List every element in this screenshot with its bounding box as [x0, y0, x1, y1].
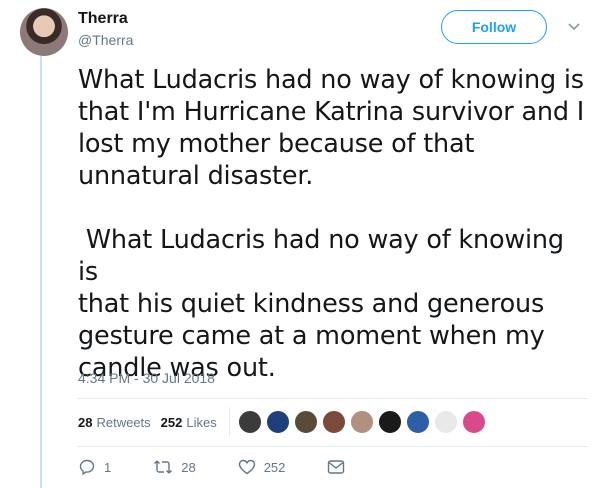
liker-avatar-6[interactable] [377, 410, 402, 434]
retweets-label: Retweets [96, 414, 151, 430]
like-button[interactable]: 252 [238, 458, 286, 476]
tweet-actions: 1 28 252 [78, 455, 395, 479]
likes-label: Likes [186, 414, 217, 430]
tweet-timestamp[interactable]: 4:34 PM - 30 Jul 2018 [78, 370, 215, 386]
reply-count: 1 [104, 459, 112, 475]
tweet-stats: 28 Retweets 252 Likes [78, 405, 490, 439]
liker-avatar-5[interactable] [349, 410, 374, 434]
liker-avatar-9[interactable] [461, 410, 486, 434]
retweets-count: 28 [78, 414, 93, 430]
chevron-down-icon[interactable] [566, 18, 582, 34]
envelope-icon [328, 460, 345, 474]
reply-button[interactable]: 1 [78, 458, 111, 476]
tweet-header: Therra @Therra Follow [20, 8, 588, 56]
likes-stat[interactable]: 252 Likes [161, 415, 217, 430]
avatar[interactable] [20, 8, 68, 56]
like-count: 252 [263, 459, 286, 475]
retweet-icon [154, 460, 173, 474]
retweet-button[interactable]: 28 [153, 458, 196, 476]
author-name[interactable]: Therra [78, 10, 128, 28]
retweets-stat[interactable]: 28 Retweets [78, 415, 151, 430]
liker-avatars [237, 410, 490, 434]
liker-avatar-7[interactable] [405, 410, 430, 434]
liker-avatar-1[interactable] [237, 410, 262, 434]
liker-avatar-2[interactable] [265, 410, 290, 434]
retweet-count: 28 [181, 459, 196, 475]
liker-avatar-3[interactable] [293, 410, 318, 434]
tweet-text: What Ludacris had no way of knowing is t… [78, 65, 585, 383]
divider [78, 446, 588, 447]
liker-avatar-4[interactable] [321, 410, 346, 434]
likes-count: 252 [160, 414, 183, 430]
stats-separator [228, 407, 230, 437]
liker-avatar-8[interactable] [433, 410, 458, 434]
direct-message-button[interactable] [327, 459, 353, 475]
follow-button[interactable]: Follow [441, 10, 547, 44]
thread-line [40, 56, 42, 488]
divider [78, 398, 588, 399]
heart-icon [238, 459, 255, 475]
reply-icon [79, 459, 95, 476]
author-handle[interactable]: @Therra [78, 32, 133, 48]
